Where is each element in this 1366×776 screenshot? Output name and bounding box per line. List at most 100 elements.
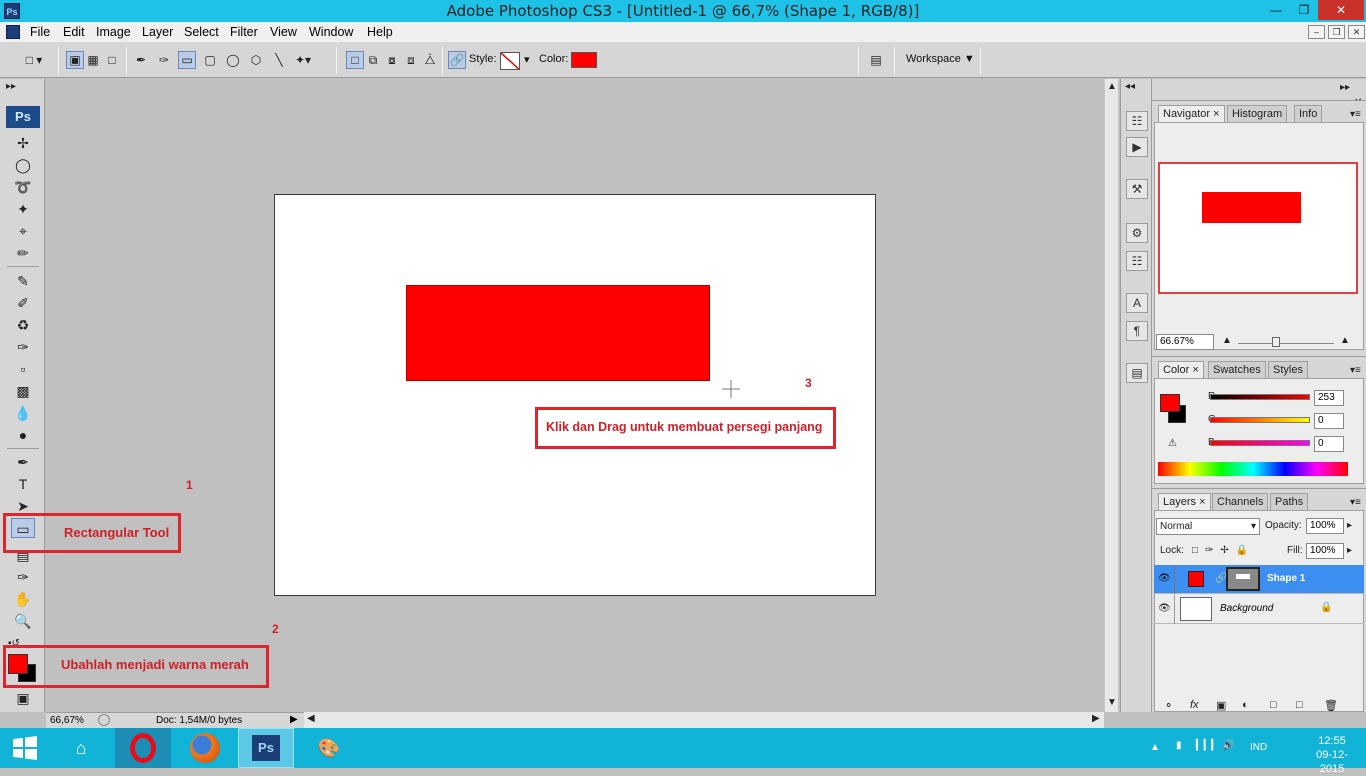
- dock-grip-icon[interactable]: ◂◂: [1125, 81, 1135, 92]
- horizontal-scrollbar[interactable]: ◀ ▶: [304, 712, 1104, 728]
- tab-swatches[interactable]: Swatches: [1208, 361, 1266, 378]
- healing-brush-tool-icon[interactable]: ✎: [11, 271, 35, 291]
- tray-expand-icon[interactable]: ▲: [1150, 742, 1160, 753]
- adjustment-icon[interactable]: ◐: [1242, 699, 1249, 711]
- tab-styles[interactable]: Styles: [1268, 361, 1308, 378]
- actions-panel-icon[interactable]: ▶: [1126, 137, 1148, 157]
- tab-channels[interactable]: Channels: [1212, 493, 1269, 510]
- slice-tool-icon[interactable]: ✏: [11, 243, 35, 263]
- scroll-right-icon[interactable]: ▶: [1092, 713, 1100, 724]
- lasso-tool-icon[interactable]: ➰: [11, 177, 35, 197]
- workspace-menu[interactable]: Workspace ▼: [906, 53, 975, 65]
- quick-mask-icon[interactable]: ▣: [11, 688, 35, 708]
- opacity-field[interactable]: 100%: [1306, 518, 1344, 534]
- start-button[interactable]: [0, 728, 50, 768]
- panels-collapse-icon[interactable]: ▸▸: [1340, 82, 1350, 93]
- menu-edit[interactable]: Edit: [63, 25, 85, 39]
- document-icon[interactable]: [6, 25, 20, 39]
- panel-menu-icon[interactable]: ▾≡: [1350, 365, 1361, 376]
- g-value-field[interactable]: 0: [1314, 413, 1344, 429]
- eye-icon[interactable]: 👁: [1158, 573, 1171, 584]
- tab-color[interactable]: Color ×: [1158, 361, 1204, 378]
- character-panel-icon[interactable]: A: [1126, 293, 1148, 313]
- tab-paths[interactable]: Paths: [1270, 493, 1309, 510]
- scroll-left-icon[interactable]: ◀: [307, 713, 315, 724]
- shape-layers-icon[interactable]: ▣: [66, 51, 84, 69]
- close-button[interactable]: ✕: [1318, 0, 1364, 20]
- move-tool-icon[interactable]: ✢: [11, 133, 35, 153]
- link-layers-icon[interactable]: ⚬: [1164, 699, 1173, 712]
- create-new-shape-icon[interactable]: □: [346, 51, 364, 69]
- paint-taskbar-icon[interactable]: 🎨: [301, 728, 357, 768]
- add-to-shape-icon[interactable]: ⧉: [364, 51, 382, 69]
- color-fg-swatch[interactable]: [1160, 394, 1180, 412]
- home-icon[interactable]: ⌂: [53, 728, 109, 768]
- gradient-tool-icon[interactable]: ▩: [11, 381, 35, 401]
- brushes-panel-icon[interactable]: ⚙: [1126, 223, 1148, 243]
- navigator-slider-thumb[interactable]: [1272, 337, 1280, 347]
- b-slider[interactable]: [1210, 440, 1310, 446]
- layer-row-background[interactable]: 👁 Background 🔒: [1154, 595, 1364, 624]
- fill-pixels-icon[interactable]: □: [103, 51, 121, 69]
- navigator-thumbnail[interactable]: [1158, 162, 1358, 294]
- rounded-rectangle-icon[interactable]: ▢: [201, 51, 219, 69]
- menu-layer[interactable]: Layer: [142, 25, 173, 39]
- blur-tool-icon[interactable]: 💧: [11, 403, 35, 423]
- style-dropdown-icon[interactable]: ▾: [524, 53, 530, 66]
- new-layer-icon[interactable]: □: [1296, 699, 1303, 711]
- style-picker[interactable]: [500, 52, 520, 70]
- tab-layers[interactable]: Layers ×: [1158, 493, 1211, 510]
- rectangle-shape-icon[interactable]: ▭: [178, 51, 196, 69]
- r-value-field[interactable]: 253: [1314, 390, 1344, 406]
- hand-tool-icon[interactable]: ✋: [11, 589, 35, 609]
- tool-presets-icon[interactable]: ⚒: [1126, 179, 1148, 199]
- fill-field[interactable]: 100%: [1306, 543, 1344, 559]
- tab-info[interactable]: Info: [1294, 105, 1323, 122]
- fill-arrow-icon[interactable]: ▸: [1347, 545, 1352, 556]
- menu-view[interactable]: View: [270, 25, 297, 39]
- toolbox-logo[interactable]: Ps: [6, 106, 40, 128]
- panel-menu-icon[interactable]: ▾≡: [1350, 109, 1361, 120]
- eye-icon[interactable]: 👁: [1158, 603, 1171, 614]
- layer-name-background[interactable]: Background: [1220, 603, 1273, 614]
- opacity-arrow-icon[interactable]: ▸: [1347, 520, 1352, 531]
- navigator-zoom-slider[interactable]: [1238, 343, 1334, 344]
- minimize-button[interactable]: —: [1262, 0, 1290, 20]
- group-icon[interactable]: □: [1270, 699, 1277, 711]
- clone-source-icon[interactable]: ☷: [1126, 251, 1148, 271]
- magic-wand-tool-icon[interactable]: ✦: [11, 199, 35, 219]
- eyedropper-tool-icon[interactable]: ✑: [11, 567, 35, 587]
- language-indicator[interactable]: IND: [1250, 742, 1267, 753]
- tab-navigator[interactable]: Navigator ×: [1158, 105, 1225, 122]
- photoshop-taskbar-icon[interactable]: Ps: [238, 728, 294, 768]
- custom-shape-icon[interactable]: ✦▾: [292, 51, 314, 69]
- navigator-zoom-field[interactable]: 66.67%: [1156, 334, 1214, 350]
- polygon-shape-icon[interactable]: ⬡: [247, 51, 265, 69]
- firefox-taskbar-icon[interactable]: [177, 728, 233, 768]
- menu-image[interactable]: Image: [96, 25, 131, 39]
- history-panel-icon[interactable]: ☷: [1126, 111, 1148, 131]
- dodge-tool-icon[interactable]: ●: [11, 425, 35, 445]
- subtract-shape-icon[interactable]: ⧇: [383, 51, 401, 69]
- r-slider[interactable]: [1210, 394, 1310, 400]
- background-thumbnail[interactable]: [1180, 597, 1212, 621]
- toolbox-grip-icon[interactable]: ▸▸: [6, 81, 16, 92]
- color-ramp[interactable]: [1158, 462, 1348, 476]
- menu-help[interactable]: Help: [367, 25, 393, 39]
- link-style-icon[interactable]: 🔗: [448, 51, 466, 69]
- zoom-out-icon[interactable]: ▲: [1222, 335, 1232, 346]
- status-menu-icon[interactable]: [98, 714, 110, 726]
- clone-stamp-tool-icon[interactable]: ♻: [11, 315, 35, 335]
- battery-icon[interactable]: ▮: [1176, 740, 1182, 751]
- paragraph-panel-icon[interactable]: ¶: [1126, 321, 1148, 341]
- ellipse-shape-icon[interactable]: ◯: [224, 51, 242, 69]
- scroll-up-icon[interactable]: ▲: [1107, 81, 1117, 92]
- status-arrow-icon[interactable]: ▶: [290, 714, 298, 725]
- maximize-button[interactable]: ❐: [1290, 0, 1318, 20]
- zoom-in-icon[interactable]: ▲: [1340, 335, 1350, 346]
- shape-color-swatch[interactable]: [571, 52, 597, 68]
- panel-menu-icon[interactable]: ▾≡: [1350, 497, 1361, 508]
- blend-mode-select[interactable]: Normal ▾: [1156, 518, 1260, 535]
- shape-fill-thumbnail[interactable]: [1188, 571, 1204, 587]
- exclude-shape-icon[interactable]: ⧊: [421, 51, 439, 69]
